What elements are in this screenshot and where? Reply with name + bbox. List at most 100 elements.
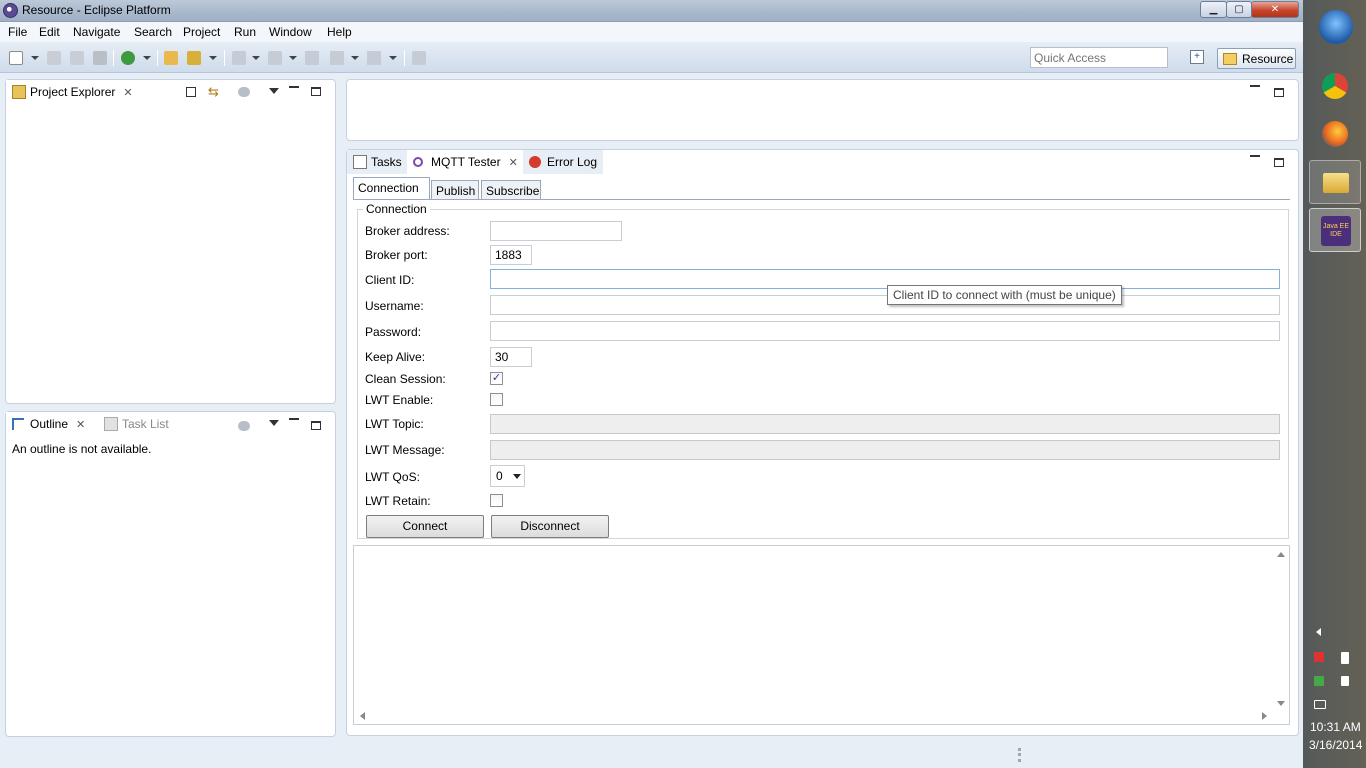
taskbar-explorer[interactable] [1309,160,1361,204]
menu-edit[interactable]: Edit [39,25,60,39]
close-tab-icon[interactable]: ✕ [123,87,132,99]
tab-project-explorer[interactable]: Project Explorer ✕ [6,80,139,104]
tab-label: Outline [30,417,69,431]
close-tab-icon[interactable]: ✕ [76,419,85,431]
volume-icon[interactable] [1341,676,1349,686]
menu-window[interactable]: Window [269,25,312,39]
menu-project[interactable]: Project [183,25,220,39]
save-icon[interactable] [47,51,61,65]
scroll-down-icon[interactable] [1277,701,1285,706]
broker-port-input[interactable] [490,245,532,265]
tab-mqtt-tester[interactable]: MQTT Tester ✕ [407,150,524,174]
open-folder-icon[interactable] [164,51,178,65]
pin-editor-icon[interactable] [412,51,426,65]
run-dropdown-icon[interactable] [143,56,151,60]
scroll-left-icon[interactable] [360,712,365,720]
lwt-message-input[interactable] [490,440,1280,460]
network-icon[interactable] [1314,676,1324,686]
action-center-icon[interactable] [1314,652,1324,662]
subtab-publish[interactable]: Publish [431,180,479,200]
tab-task-list[interactable]: Task List [98,412,175,436]
prev-annotation-icon[interactable] [268,51,282,65]
subtab-connection[interactable]: Connection [353,177,430,200]
tab-tasks[interactable]: Tasks [347,150,407,174]
broker-address-input[interactable] [490,221,622,241]
client-id-input[interactable] [490,269,1280,289]
wand-icon[interactable] [187,51,201,65]
run-icon[interactable] [121,51,135,65]
menu-help[interactable]: Help [327,25,352,39]
tab-outline[interactable]: Outline ✕ [6,412,92,436]
minimize-view-icon[interactable] [289,418,299,420]
broker-port-label: Broker port: [365,248,428,262]
lwt-retain-checkbox[interactable] [490,494,503,507]
tab-label: Project Explorer [30,85,116,99]
resource-perspective-button[interactable]: Resource [1217,48,1296,69]
minimize-editor-icon[interactable] [1250,85,1260,87]
maximize-button[interactable]: ▢ [1226,1,1252,18]
start-button[interactable] [1309,6,1361,50]
minimize-view-icon[interactable] [1250,155,1260,157]
forward-dropdown-icon[interactable] [389,56,397,60]
view-menu-icon[interactable] [269,420,279,426]
lwt-qos-select[interactable]: 0 [490,465,525,487]
save-all-icon[interactable] [70,51,84,65]
menu-navigate[interactable]: Navigate [73,25,120,39]
close-tab-icon[interactable]: ✕ [509,157,518,169]
username-input[interactable] [490,295,1280,315]
maximize-view-icon[interactable] [311,421,321,430]
new-dropdown-icon[interactable] [31,56,39,60]
last-edit-icon[interactable] [305,51,319,65]
log-textarea[interactable] [353,545,1290,725]
keep-alive-input[interactable] [490,347,532,367]
display-icon[interactable] [1314,700,1326,709]
quick-access-input[interactable] [1030,47,1168,68]
eclipse-logo-icon [3,3,18,18]
maximize-view-icon[interactable] [311,87,321,96]
view-filters-icon[interactable] [238,87,250,97]
menu-run[interactable]: Run [234,25,256,39]
scroll-right-icon[interactable] [1262,712,1267,720]
maximize-view-icon[interactable] [1274,158,1284,167]
clock-date[interactable]: 3/16/2014 [1309,738,1362,752]
lwt-enable-checkbox[interactable] [490,393,503,406]
lwt-retain-label: LWT Retain: [365,494,431,508]
prev-annotation-dropdown-icon[interactable] [289,56,297,60]
view-menu-icon[interactable] [269,88,279,94]
wand-dropdown-icon[interactable] [209,56,217,60]
taskbar-eclipse[interactable]: Java EE IDE [1309,208,1361,252]
taskbar-firefox[interactable] [1309,112,1361,156]
scroll-up-icon[interactable] [1277,552,1285,557]
status-bar-grip[interactable] [1018,748,1021,762]
maximize-editor-icon[interactable] [1274,88,1284,97]
subtab-subscribe[interactable]: Subscribe [481,180,541,200]
password-input[interactable] [490,321,1280,341]
menu-search[interactable]: Search [134,25,172,39]
java-ee-ide-label: Java EE IDE [1322,223,1350,238]
connect-button[interactable]: Connect [366,515,484,538]
forward-arrow-icon[interactable] [367,51,381,65]
show-hidden-icons-icon[interactable] [1316,628,1321,636]
link-with-editor-icon[interactable]: ⇆ [208,84,219,100]
battery-icon[interactable] [1341,652,1349,664]
print-icon[interactable] [93,51,107,65]
clean-session-checkbox[interactable]: ✓ [490,372,503,385]
back-arrow-icon[interactable] [330,51,344,65]
menu-file[interactable]: File [8,25,27,39]
close-button[interactable]: ✕ [1251,1,1299,18]
back-dropdown-icon[interactable] [351,56,359,60]
next-annotation-dropdown-icon[interactable] [252,56,260,60]
collapse-all-icon[interactable] [186,87,196,97]
lwt-topic-input[interactable] [490,414,1280,434]
disconnect-button[interactable]: Disconnect [491,515,609,538]
tab-error-log[interactable]: Error Log [523,150,604,174]
next-annotation-icon[interactable] [232,51,246,65]
taskbar-chrome[interactable] [1309,64,1361,108]
minimize-view-icon[interactable] [289,86,299,88]
view-filters-icon[interactable] [238,421,250,431]
clock-time[interactable]: 10:31 AM [1310,720,1361,734]
minimize-button[interactable]: ▁ [1200,1,1227,18]
keep-alive-label: Keep Alive: [365,350,426,364]
open-perspective-icon[interactable]: + [1190,50,1204,64]
new-icon[interactable] [9,51,23,65]
